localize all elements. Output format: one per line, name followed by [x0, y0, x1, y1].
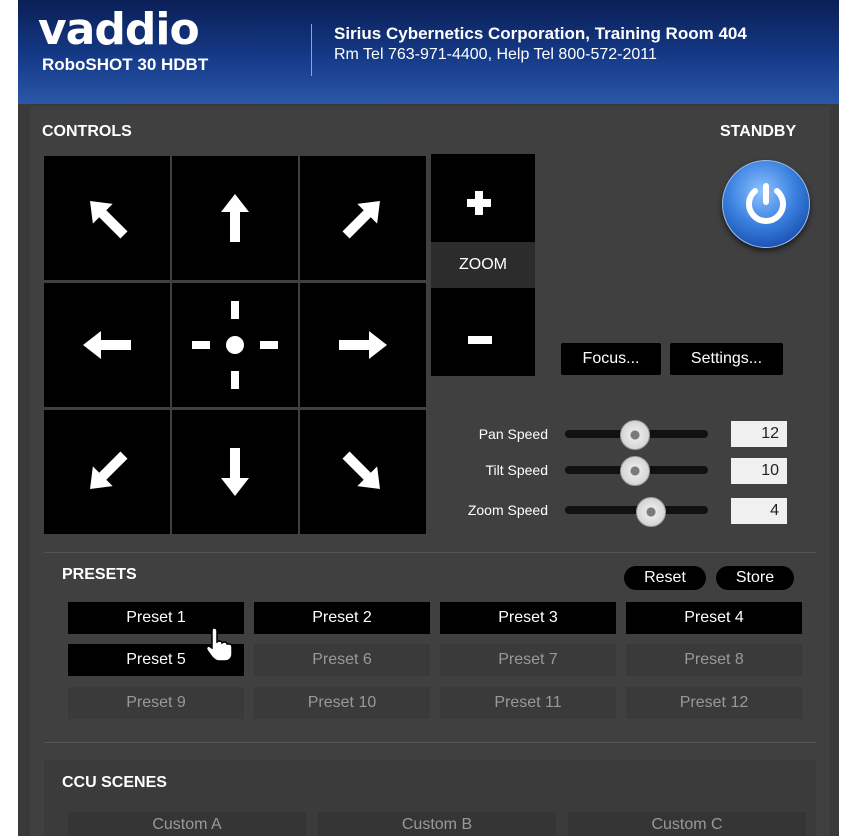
pan-left-button[interactable] [44, 283, 170, 407]
arrow-up-icon [221, 194, 249, 242]
preset-button-3[interactable]: Preset 3 [440, 602, 616, 634]
presets-title: PRESETS [62, 566, 137, 583]
ccu-custom-c-button[interactable]: Custom C [568, 812, 806, 836]
zoom-speed-value[interactable]: 4 [731, 498, 787, 524]
arrow-right-icon [339, 331, 387, 359]
preset-store-button[interactable]: Store [716, 566, 794, 590]
section-divider [44, 552, 816, 553]
arrow-down-icon [221, 448, 249, 496]
tilt-speed-value[interactable]: 10 [731, 458, 787, 484]
zoom-in-button[interactable] [431, 154, 535, 242]
tilt-down-button[interactable] [172, 410, 298, 534]
preset-button-7[interactable]: Preset 7 [440, 644, 616, 676]
preset-button-9[interactable]: Preset 9 [68, 687, 244, 719]
section-divider-2 [44, 742, 816, 743]
preset-button-11[interactable]: Preset 11 [440, 687, 616, 719]
plus-icon-vertical [475, 191, 483, 215]
arrow-up-right-icon [342, 201, 380, 239]
camera-model: RoboSHOT 30 HDBT [42, 55, 209, 74]
arrow-up-left-icon [90, 201, 128, 239]
pan-speed-knob[interactable] [620, 420, 650, 450]
pan-speed-label: Pan Speed [478, 426, 548, 442]
pan-up-right-button[interactable] [300, 156, 426, 280]
standby-button[interactable] [722, 160, 810, 248]
arrow-left-icon [83, 331, 131, 359]
preset-button-2[interactable]: Preset 2 [254, 602, 430, 634]
room-name: Sirius Cybernetics Corporation, Training… [334, 24, 747, 43]
arrow-down-left-icon [90, 451, 128, 489]
minus-icon [468, 336, 492, 344]
power-icon [746, 183, 786, 224]
arrow-down-right-icon [342, 451, 380, 489]
zoom-speed-label: Zoom Speed [467, 502, 548, 518]
pan-down-left-button[interactable] [44, 410, 170, 534]
hand-cursor-icon [205, 627, 233, 662]
preset-button-6[interactable]: Preset 6 [254, 644, 430, 676]
controls-title: CONTROLS [42, 123, 132, 140]
ccu-custom-b-button[interactable]: Custom B [318, 812, 556, 836]
tilt-speed-label: Tilt Speed [485, 462, 548, 478]
zoom-out-button[interactable] [431, 288, 535, 376]
pan-down-right-button[interactable] [300, 410, 426, 534]
ccu-scenes-title: CCU SCENES [62, 774, 167, 791]
header-divider [311, 24, 312, 76]
vaddio-logo: vaddio [38, 4, 200, 55]
home-button[interactable] [172, 283, 298, 407]
preset-button-4[interactable]: Preset 4 [626, 602, 802, 634]
focus-button[interactable]: Focus... [561, 343, 661, 375]
pan-right-button[interactable] [300, 283, 426, 407]
settings-button[interactable]: Settings... [670, 343, 783, 375]
preset-button-10[interactable]: Preset 10 [254, 687, 430, 719]
preset-button-12[interactable]: Preset 12 [626, 687, 802, 719]
preset-button-8[interactable]: Preset 8 [626, 644, 802, 676]
pan-speed-value[interactable]: 12 [731, 421, 787, 447]
tilt-speed-knob[interactable] [620, 456, 650, 486]
preset-reset-button[interactable]: Reset [624, 566, 706, 590]
pan-up-left-button[interactable] [44, 156, 170, 280]
tilt-up-button[interactable] [172, 156, 298, 280]
zoom-label: ZOOM [459, 256, 507, 273]
standby-title: STANDBY [720, 123, 797, 140]
room-phones: Rm Tel 763-971-4400, Help Tel 800-572-20… [334, 46, 657, 63]
ccu-custom-a-button[interactable]: Custom A [68, 812, 306, 836]
zoom-speed-knob[interactable] [636, 497, 666, 527]
crosshair-icon [192, 301, 278, 389]
